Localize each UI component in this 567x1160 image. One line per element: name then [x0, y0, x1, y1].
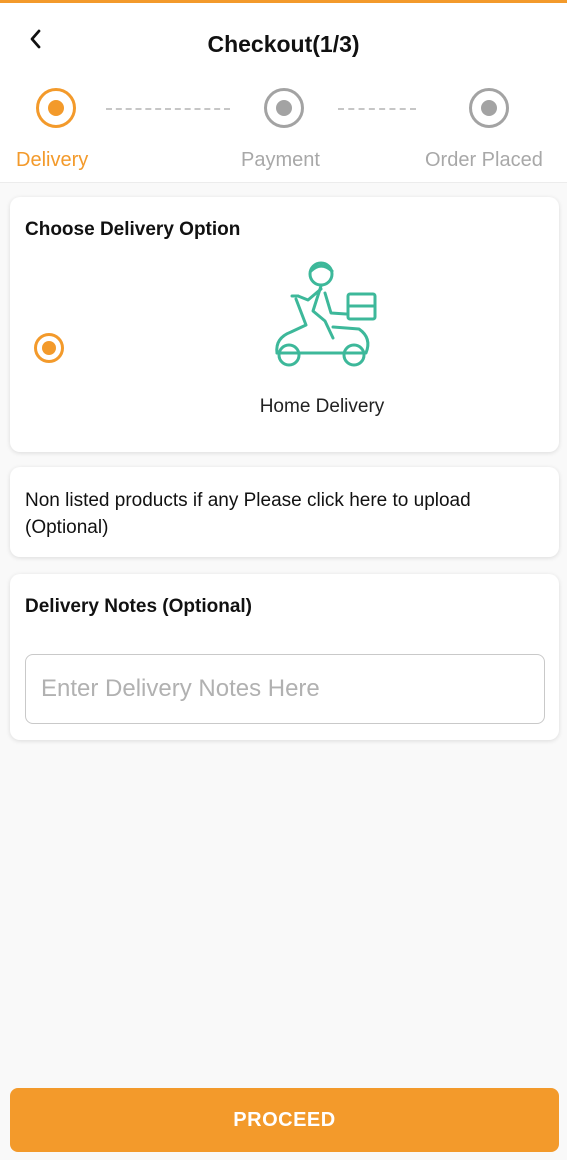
- scooter-delivery-icon[interactable]: [263, 259, 381, 371]
- step-payment-indicator: [264, 88, 304, 128]
- upload-products-link[interactable]: Non listed products if any Please click …: [25, 487, 550, 541]
- step-delivery-indicator: [36, 88, 76, 128]
- step-label-payment: Payment: [241, 149, 320, 171]
- home-delivery-radio[interactable]: [34, 333, 64, 363]
- delivery-option-title: Choose Delivery Option: [25, 219, 241, 240]
- upload-products-card[interactable]: Non listed products if any Please click …: [10, 467, 559, 557]
- delivery-notes-card: Delivery Notes (Optional): [10, 574, 559, 740]
- delivery-option-card: Choose Delivery Option Home Delivery: [10, 197, 559, 452]
- checkout-stepper: Delivery Payment Order Placed: [0, 88, 567, 183]
- home-delivery-label[interactable]: Home Delivery: [222, 396, 422, 418]
- delivery-notes-input[interactable]: [25, 654, 545, 724]
- step-connector: [338, 108, 416, 110]
- page-title: Checkout(1/3): [207, 31, 360, 57]
- delivery-notes-title: Delivery Notes (Optional): [25, 596, 252, 617]
- step-order-placed-indicator: [469, 88, 509, 128]
- proceed-button[interactable]: PROCEED: [10, 1088, 559, 1152]
- step-connector: [106, 108, 230, 110]
- step-label-delivery: Delivery: [16, 149, 89, 171]
- checkout-header: Checkout(1/3) Delivery Payment Order Pla…: [0, 3, 567, 183]
- step-label-order-placed: Order Placed: [425, 149, 543, 171]
